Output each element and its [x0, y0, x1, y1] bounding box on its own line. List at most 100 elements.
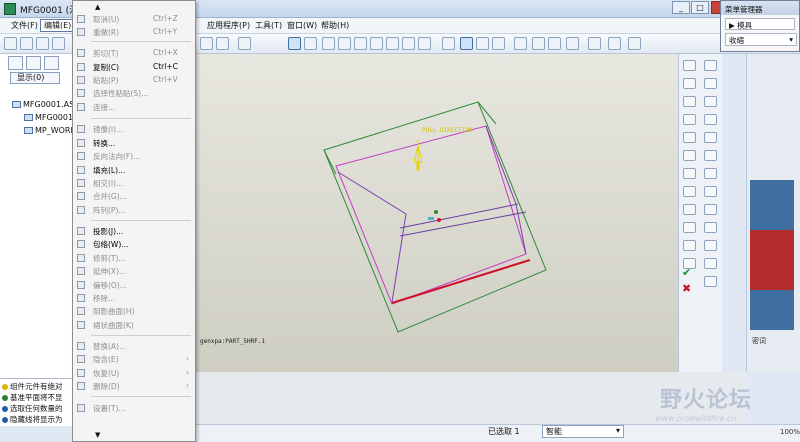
offset-icon[interactable]: [704, 240, 717, 251]
scroll-down-icon[interactable]: ▼: [95, 431, 100, 439]
revolve-icon[interactable]: [683, 168, 696, 179]
graphics-window[interactable]: PULL DIRECTION: [196, 54, 678, 372]
edit-menu-item[interactable]: 恢复(U) ›: [73, 367, 195, 380]
copy-icon[interactable]: [200, 37, 213, 50]
menu-tools[interactable]: 工具(T): [252, 20, 285, 31]
edit-menu-item[interactable]: 投影(J)...: [73, 225, 195, 238]
edit-menu-item[interactable]: 合并(G)...: [73, 190, 195, 203]
shading-icon[interactable]: [492, 37, 505, 50]
saved-views-icon[interactable]: [402, 37, 415, 50]
edit-menu-item[interactable]: 设置(T)...: [73, 402, 195, 415]
context-help-icon[interactable]: [628, 37, 641, 50]
tree-item-root[interactable]: MFG0001.ASM: [12, 100, 81, 109]
runner-icon[interactable]: [683, 240, 696, 251]
edit-menu-item[interactable]: 包络(W)...: [73, 238, 195, 251]
layers-icon[interactable]: [418, 37, 431, 50]
save-icon[interactable]: [36, 37, 49, 50]
show-dropdown[interactable]: 显示(0): [10, 72, 60, 84]
datum-curve-icon[interactable]: [704, 132, 717, 143]
print-icon[interactable]: [52, 37, 65, 50]
edit-menu-item[interactable]: 移除...: [73, 292, 195, 305]
menu-help[interactable]: 帮助(H): [318, 20, 352, 31]
maximize-button[interactable]: □: [691, 1, 709, 14]
edit-menu-item[interactable]: 取消(U) Ctrl+Z: [73, 13, 195, 26]
edit-menu-item[interactable]: 反向法向(F)...: [73, 150, 195, 163]
edit-menu-item[interactable]: 填充(L)...: [73, 164, 195, 177]
selection-filter[interactable]: 智能 ▾: [542, 425, 624, 438]
sketch-icon[interactable]: [683, 60, 696, 71]
edit-menu-item[interactable]: 偏移(O)...: [73, 279, 195, 292]
minimize-button[interactable]: _: [672, 1, 690, 14]
menu-applications[interactable]: 应用程序(P): [204, 20, 253, 31]
new-file-icon[interactable]: [4, 37, 17, 50]
zoom-window-icon[interactable]: [322, 37, 335, 50]
axis-icon[interactable]: [704, 78, 717, 89]
edit-menu-item[interactable]: 修剪(T)...: [73, 252, 195, 265]
intersect-icon[interactable]: [704, 276, 717, 287]
edit-menu-item[interactable]: 选择性粘贴(S)...: [73, 87, 195, 100]
csys-icon[interactable]: [704, 114, 717, 125]
merge-icon[interactable]: [704, 186, 717, 197]
mold-volume-icon[interactable]: [683, 96, 696, 107]
select-box-icon[interactable]: [238, 37, 251, 50]
fill-icon[interactable]: [704, 258, 717, 269]
edit-menu-item[interactable]: 剪切(T) Ctrl+X: [73, 47, 195, 60]
menu-manager-item[interactable]: ▶ 模具: [725, 18, 795, 30]
accept-icon[interactable]: ✔: [682, 266, 691, 279]
scroll-up-icon[interactable]: ▲: [95, 3, 100, 11]
skirt-icon[interactable]: [683, 132, 696, 143]
spin-center-icon[interactable]: [304, 37, 317, 50]
select-arrow-icon[interactable]: [288, 37, 301, 50]
edit-menu-item[interactable]: 删除(D) ›: [73, 380, 195, 393]
edit-menu-item[interactable]: 延伸(X)...: [73, 265, 195, 278]
menu-window[interactable]: 窗口(W): [284, 20, 320, 31]
wireframe-icon[interactable]: [442, 37, 455, 50]
datum-plane-icon[interactable]: [514, 37, 527, 50]
edit-menu-item[interactable]: 阴影曲面(H): [73, 305, 195, 318]
folder-browser-tab-icon[interactable]: [26, 56, 41, 70]
edit-menu-item[interactable]: 重做(R) Ctrl+Y: [73, 26, 195, 39]
refit-icon[interactable]: [370, 37, 383, 50]
no-hidden-icon[interactable]: [476, 37, 489, 50]
favorites-tab-icon[interactable]: [44, 56, 59, 70]
extrude-icon[interactable]: [683, 186, 696, 197]
plane-icon[interactable]: [704, 60, 717, 71]
menu-manager-select[interactable]: 收缩 ▾: [725, 33, 797, 46]
extend-icon[interactable]: [704, 222, 717, 233]
edit-menu-item[interactable]: 镜像(I)...: [73, 123, 195, 136]
edit-menu-item[interactable]: 转换...: [73, 137, 195, 150]
menu-edit[interactable]: 编辑(E): [40, 19, 76, 32]
mirror-icon[interactable]: [704, 204, 717, 215]
edit-menu-item[interactable]: 连接...: [73, 101, 195, 114]
edit-menu-item[interactable]: 隐含(E) ›: [73, 353, 195, 366]
sweep-icon[interactable]: [683, 204, 696, 215]
edit-menu-item[interactable]: 替换(A)...: [73, 340, 195, 353]
edit-menu-item[interactable]: 复制(C) Ctrl+C: [73, 61, 195, 74]
cancel-icon[interactable]: ✖: [682, 282, 691, 295]
annotation-icon[interactable]: [608, 37, 621, 50]
zoom-in-icon[interactable]: [338, 37, 351, 50]
hidden-line-icon[interactable]: [460, 37, 473, 50]
edit-menu-item[interactable]: 相交(I)...: [73, 177, 195, 190]
spin-center-toggle-icon[interactable]: [588, 37, 601, 50]
datum-axis-icon[interactable]: [532, 37, 545, 50]
orient-icon[interactable]: [386, 37, 399, 50]
trim-icon[interactable]: [704, 168, 717, 179]
silhouette-icon[interactable]: [683, 150, 696, 161]
open-file-icon[interactable]: [20, 37, 33, 50]
model-tree-tab-icon[interactable]: [8, 56, 23, 70]
blend-icon[interactable]: [683, 222, 696, 233]
menu-file[interactable]: 文件(F): [8, 20, 41, 31]
edit-menu-item[interactable]: 裙状曲面(K): [73, 319, 195, 332]
edit-menu-item[interactable]: 粘贴(P) Ctrl+V: [73, 74, 195, 87]
analysis-icon[interactable]: [704, 150, 717, 161]
binoculars-icon[interactable]: [216, 37, 229, 50]
tree-item-workpiece[interactable]: MP_WORK: [24, 126, 76, 135]
edit-menu-item[interactable]: 阵列(P)...: [73, 204, 195, 217]
datum-point-icon[interactable]: [548, 37, 561, 50]
point-icon[interactable]: [704, 96, 717, 107]
coordinate-system-icon[interactable]: [566, 37, 579, 50]
curve-icon[interactable]: [683, 78, 696, 89]
parting-surface-icon[interactable]: [683, 114, 696, 125]
zoom-out-icon[interactable]: [354, 37, 367, 50]
